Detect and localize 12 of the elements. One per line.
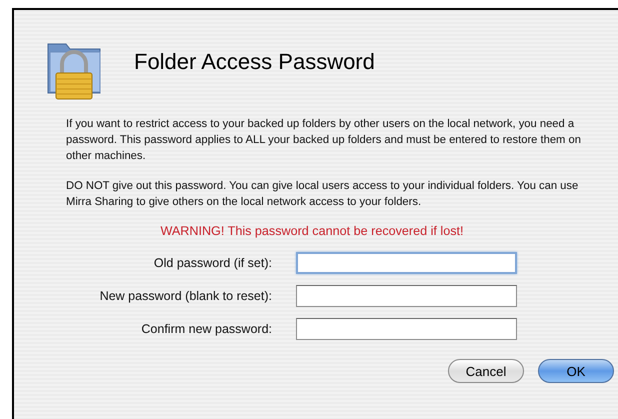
password-field[interactable] bbox=[296, 285, 517, 307]
warning-text: WARNING! This password cannot be recovered if lost! bbox=[159, 224, 465, 238]
password-field[interactable] bbox=[296, 318, 517, 340]
field-label: Confirm new password: bbox=[140, 322, 273, 336]
password-field[interactable] bbox=[296, 252, 517, 274]
ok-button[interactable]: OK bbox=[538, 359, 614, 383]
field-label: Old password (if set): bbox=[152, 256, 273, 270]
info-paragraph: DO NOT give out this password. You can give local users access to your individual folders. You can use Mirra Sharing to give others on the local network access to your folders. bbox=[66, 179, 580, 210]
info-paragraph: If you want to restrict access to your backed up folders by other users on the local network, you need a password. This password applies to ALL your backed up folders and must be entered to restore them on other machines. bbox=[66, 117, 582, 164]
field-label: New password (blank to reset): bbox=[98, 289, 273, 303]
dialog-title: Folder Access Password bbox=[134, 49, 375, 75]
cancel-button[interactable]: Cancel bbox=[448, 359, 524, 383]
